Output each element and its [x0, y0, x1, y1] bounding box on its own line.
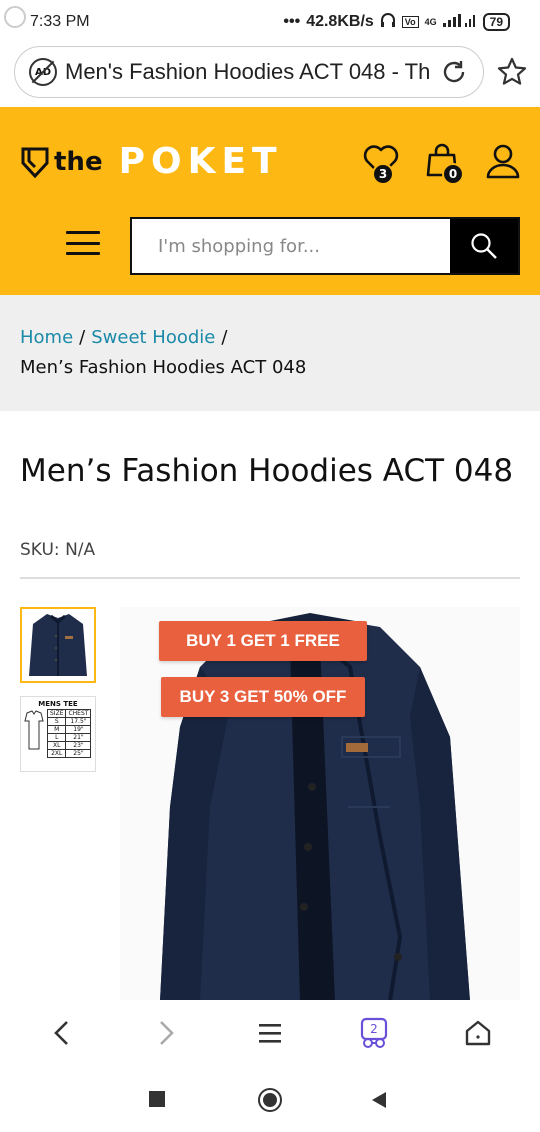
site-header: the POKET 3 0 [0, 107, 540, 295]
search-button[interactable] [450, 219, 518, 273]
breadcrumb-current: Men’s Fashion Hoodies ACT 048 [20, 357, 307, 378]
breadcrumb-category-link[interactable]: Sweet Hoodie [91, 327, 215, 348]
browser-bottom-bar: 2 [0, 1000, 540, 1066]
product-thumbnail-jacket[interactable] [20, 607, 96, 683]
breadcrumb: Home / Sweet Hoodie / Men’s Fashion Hoodies… [0, 295, 540, 411]
size-chart-cell: 17.5" [65, 717, 92, 726]
product-thumbnail-size-chart[interactable]: MENS TEE SIZE CHEST S 17.5" M 19" L 21" XL 23… [20, 696, 96, 772]
floating-indicator [4, 6, 26, 28]
size-chart-header: CHEST [65, 709, 92, 718]
back-button[interactable] [32, 1008, 92, 1058]
product-main-image[interactable]: BUY 1 GET 1 FREE BUY 3 GET 50% OFF [120, 607, 520, 1001]
breadcrumb-separator: / [79, 327, 86, 348]
product-title: Men’s Fashion Hoodies ACT 048 [20, 453, 514, 489]
wishlist-button[interactable]: 3 [362, 143, 400, 185]
system-back-triangle-icon[interactable] [370, 1091, 388, 1109]
reload-icon[interactable] [441, 59, 467, 85]
size-chart-cell: 19" [65, 725, 92, 734]
size-chart-cell: XL [46, 741, 67, 750]
url-title[interactable]: Men's Fashion Hoodies ACT 048 - The [65, 59, 431, 85]
size-chart-title: MENS TEE [38, 700, 78, 708]
bookmark-star-icon[interactable] [496, 56, 528, 88]
breadcrumb-home-link[interactable]: Home [20, 327, 73, 348]
adblock-icon[interactable]: AD [29, 58, 57, 86]
promo-badge-bulk-discount: BUY 3 GET 50% OFF [161, 677, 365, 717]
system-home-button[interactable] [258, 1088, 282, 1112]
sku-value: N/A [65, 540, 96, 560]
menu-hamburger-icon[interactable] [66, 231, 100, 255]
menu-button[interactable] [240, 1008, 300, 1058]
status-time: 7:33 PM [30, 13, 90, 30]
forward-button[interactable] [136, 1008, 196, 1058]
shield-logo-icon [21, 147, 49, 178]
product-sku: SKU: N/A [20, 540, 95, 560]
battery-indicator: 79 [482, 13, 510, 31]
search-icon [471, 233, 497, 259]
divider [20, 577, 520, 579]
cart-count-badge: 0 [442, 163, 464, 185]
signal-icon [442, 13, 477, 32]
recents-button[interactable] [149, 1091, 165, 1107]
size-chart-cell: S [46, 717, 67, 726]
volte-icon: Vo [401, 16, 419, 28]
cart-button[interactable]: 0 [424, 143, 464, 185]
address-bar[interactable]: AD Men's Fashion Hoodies ACT 048 - The [14, 46, 484, 98]
jacket-thumbnail-image [29, 614, 87, 676]
jacket-image [120, 607, 520, 1001]
size-chart-cell: 25" [65, 749, 92, 758]
chevron-right-icon [160, 1021, 174, 1045]
tab-count: 2 [370, 1022, 378, 1036]
size-chart-cell: 2XL [46, 749, 67, 758]
breadcrumb-separator: / [221, 327, 228, 348]
search-form [130, 217, 520, 275]
size-chart-cell: 21" [65, 733, 92, 742]
wishlist-count-badge: 3 [372, 163, 394, 185]
menu-icon [259, 1024, 281, 1043]
dots-icon: ••• [283, 13, 301, 30]
headphones-icon [380, 12, 396, 33]
network-speed: 42.8KB/s [306, 13, 374, 30]
promo-badge-bogo: BUY 1 GET 1 FREE [159, 621, 367, 661]
size-chart-table: SIZE CHEST S 17.5" M 19" L 21" XL 23" 2XL 25" [46, 709, 92, 758]
search-input[interactable] [132, 219, 450, 273]
logo-text-poket: POKET [118, 141, 283, 182]
network-type: 4G [424, 17, 437, 27]
status-bar: 7:33 PM ••• 42.8KB/s Vo 4G 79 [0, 0, 540, 44]
account-button[interactable] [486, 143, 520, 183]
chevron-left-icon [54, 1021, 68, 1045]
tabs-button[interactable]: 2 [344, 1008, 404, 1058]
home-icon [465, 1020, 491, 1046]
size-chart-cell: L [46, 733, 67, 742]
system-navigation-bar [0, 1066, 540, 1132]
sku-label: SKU: [20, 540, 60, 560]
size-chart-cell: 23" [65, 741, 92, 750]
user-icon [486, 144, 520, 179]
tshirt-outline-icon [24, 710, 44, 750]
home-button[interactable] [448, 1008, 508, 1058]
size-chart-header: SIZE [46, 709, 67, 718]
size-chart-cell: M [46, 725, 67, 734]
logo-text-the: the [54, 146, 103, 177]
site-logo[interactable]: the POKET [20, 141, 283, 182]
